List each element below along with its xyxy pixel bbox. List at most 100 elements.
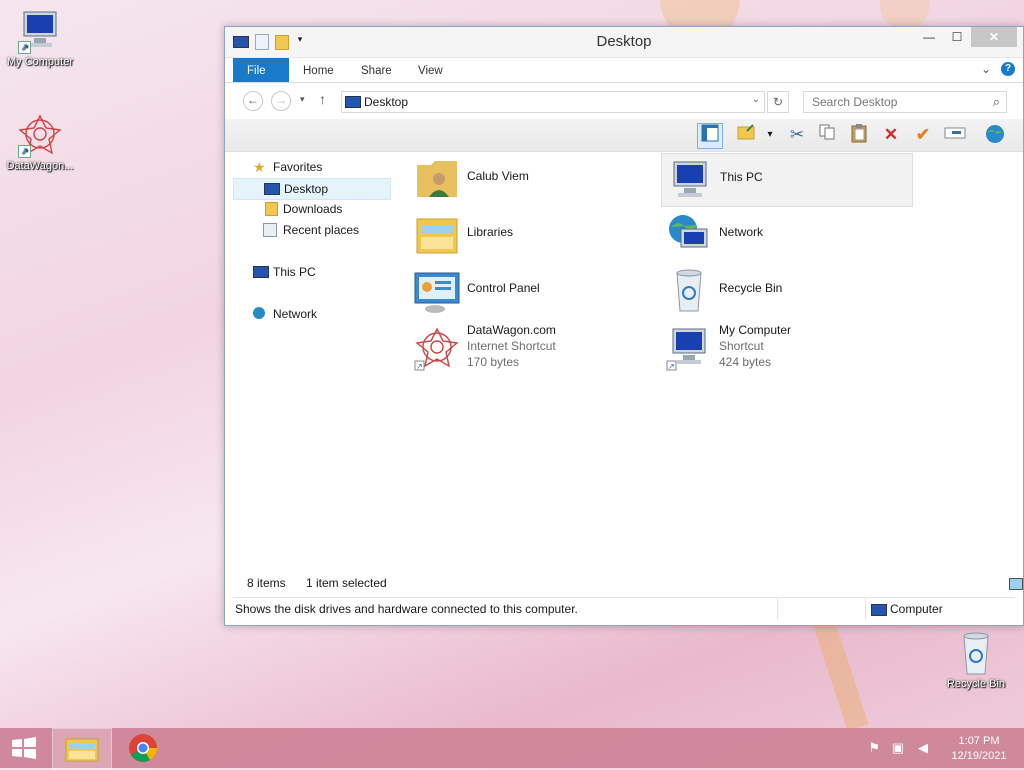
search-placeholder: Search Desktop <box>812 95 898 109</box>
nav-label: Recent places <box>283 223 360 237</box>
taskbar-file-explorer[interactable] <box>52 728 112 770</box>
help-icon[interactable]: ? <box>1001 62 1015 76</box>
tab-file[interactable]: File <box>233 58 289 82</box>
organize-folder-icon[interactable] <box>735 123 759 147</box>
chevron-down-icon[interactable]: ⌄ <box>752 94 760 105</box>
expand-ribbon-icon[interactable]: ⌄ <box>981 62 991 76</box>
downloads-folder-icon <box>265 202 278 216</box>
copy-icon[interactable] <box>815 123 839 147</box>
tab-home[interactable]: Home <box>289 58 348 82</box>
desktop-icon-recycle-bin[interactable]: Recycle Bin <box>936 630 1016 690</box>
delete-icon[interactable]: ✕ <box>879 123 903 147</box>
minimize-button[interactable]: — <box>915 27 943 47</box>
cut-icon[interactable]: ✂ <box>785 123 809 147</box>
computer-shortcut-icon: ↗ <box>666 328 706 371</box>
nav-label: Favorites <box>273 160 323 174</box>
address-bar[interactable]: Desktop ⌄ <box>341 91 765 113</box>
back-button[interactable]: ← <box>243 91 263 111</box>
window-title: Desktop <box>596 33 652 50</box>
up-button[interactable]: ↑ <box>319 91 326 107</box>
organize-dropdown-icon[interactable]: ▾ <box>758 123 782 147</box>
navigation-pane: ★ Favorites Desktop Downloads Recent pla… <box>233 153 393 573</box>
preview-pane-button[interactable] <box>697 123 723 149</box>
globe-icon[interactable] <box>983 123 1007 147</box>
computer-icon <box>253 266 269 278</box>
desktop-icon-my-computer[interactable]: ↗ My Computer <box>0 8 80 68</box>
properties-check-icon[interactable]: ✔ <box>911 123 935 147</box>
command-toolbar: ▾ ✂ ✕ ✔ <box>225 119 1023 152</box>
nav-label: Downloads <box>283 202 343 216</box>
nav-this-pc[interactable]: This PC <box>233 262 389 282</box>
item-type: Internet Shortcut <box>467 339 556 353</box>
action-center-flag-icon[interactable]: ⚑ <box>868 740 880 756</box>
item-name: Libraries <box>467 225 514 239</box>
desktop-icon-label: DataWagon... <box>6 160 74 172</box>
recent-locations-button[interactable]: ▾ <box>300 94 305 105</box>
nav-desktop[interactable]: Desktop <box>233 178 391 200</box>
svg-text:↗: ↗ <box>668 362 675 371</box>
desktop-icon-label: Recycle Bin <box>946 678 1006 690</box>
recent-places-icon <box>263 223 277 237</box>
recycle-bin-icon <box>952 630 1000 676</box>
svg-text:↗: ↗ <box>416 362 423 371</box>
nav-label: Desktop <box>284 182 329 196</box>
recycle-bin-icon <box>676 269 702 312</box>
volume-muted-icon[interactable]: ◀ <box>918 740 928 756</box>
nav-recent-places[interactable]: Recent places <box>233 220 389 240</box>
desktop-icon <box>264 183 280 195</box>
clock-date: 12/19/2021 <box>951 750 1007 762</box>
item-count: 8 items <box>247 576 286 590</box>
start-button[interactable] <box>10 736 38 760</box>
list-item-libraries[interactable]: Libraries <box>409 209 659 261</box>
item-size: 170 bytes <box>467 355 520 369</box>
details-location: Computer <box>890 602 943 616</box>
taskbar: ⚑ ▣ ◀ 1:07 PM 12/19/2021 <box>0 728 1024 770</box>
refresh-button[interactable]: ↻ <box>767 91 789 113</box>
ribbon-tabs: File Home Share View ⌄ ? <box>225 58 1023 83</box>
libraries-icon <box>416 218 458 254</box>
item-name: Recycle Bin <box>719 281 783 295</box>
paste-icon[interactable] <box>847 123 871 147</box>
network-status-icon[interactable]: ▣ <box>892 740 904 756</box>
close-button[interactable]: ✕ <box>971 27 1017 47</box>
details-bar: Shows the disk drives and hardware conne… <box>233 597 1015 620</box>
item-name: DataWagon.com <box>467 323 556 337</box>
list-item-network[interactable]: Network <box>661 209 911 261</box>
list-item-calub-viem[interactable]: Calub Viem <box>409 153 659 205</box>
datawagon-logo-icon: ↗ <box>414 327 459 371</box>
tab-share[interactable]: Share <box>347 58 406 82</box>
list-item-my-computer[interactable]: ↗ My Computer Shortcut 424 bytes <box>661 321 911 373</box>
maximize-button[interactable]: ☐ <box>943 27 971 47</box>
clock[interactable]: 1:07 PM 12/19/2021 <box>944 734 1014 764</box>
windows-logo-icon <box>12 737 36 759</box>
list-item-datawagon[interactable]: ↗ DataWagon.com Internet Shortcut 170 by… <box>409 321 659 373</box>
tab-view[interactable]: View <box>404 58 457 82</box>
list-item-control-panel[interactable]: Control Panel <box>409 265 659 317</box>
chrome-icon <box>129 734 157 762</box>
computer-icon <box>871 604 887 616</box>
user-folder-icon <box>417 161 457 197</box>
nav-label: This PC <box>273 265 316 279</box>
star-icon: ★ <box>253 159 266 175</box>
nav-downloads[interactable]: Downloads <box>233 199 389 219</box>
desktop-icon-datawagon[interactable]: ↗ DataWagon... <box>0 112 80 172</box>
item-name: My Computer <box>719 323 792 337</box>
title-bar[interactable]: ▾ Desktop — ☐ ✕ <box>225 27 1023 58</box>
clock-time: 1:07 PM <box>958 735 1000 747</box>
taskbar-chrome[interactable] <box>114 728 172 768</box>
item-size: 424 bytes <box>719 355 772 369</box>
search-icon: ⌕ <box>992 94 1000 109</box>
file-explorer-icon <box>65 738 99 762</box>
item-name: This PC <box>720 170 763 184</box>
large-icons-view-icon[interactable] <box>1009 578 1023 590</box>
address-path: Desktop <box>364 95 409 109</box>
item-name: Control Panel <box>467 281 540 295</box>
nav-favorites[interactable]: ★ Favorites <box>233 157 389 177</box>
list-item-this-pc[interactable]: This PC <box>661 153 913 207</box>
rename-icon[interactable] <box>943 123 967 147</box>
forward-button[interactable]: → <box>271 91 291 111</box>
search-box[interactable]: Search Desktop ⌕ <box>803 91 1007 113</box>
nav-network[interactable]: Network <box>233 304 389 324</box>
list-item-recycle-bin[interactable]: Recycle Bin <box>661 265 911 317</box>
network-icon <box>253 307 265 319</box>
